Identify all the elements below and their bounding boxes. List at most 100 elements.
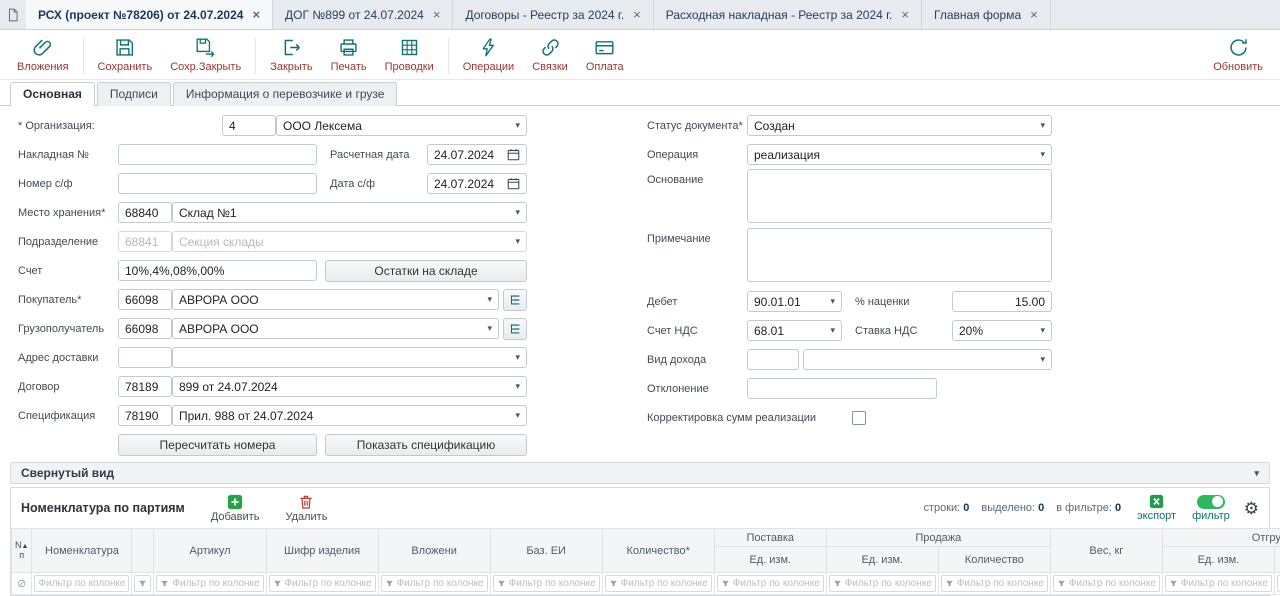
account-input[interactable]: 10%,4%,08%,00% <box>118 260 317 281</box>
debit-select[interactable]: 90.01.01 ▾ <box>747 291 842 312</box>
close-icon[interactable]: × <box>433 8 441 21</box>
attachments-button[interactable]: Вложения <box>8 35 78 75</box>
vat-account-select[interactable]: 68.01 ▾ <box>747 320 842 341</box>
calc-date-label: Расчетная дата <box>330 149 410 161</box>
close-button[interactable]: Закрыть <box>261 35 321 75</box>
basis-textarea[interactable] <box>747 169 1052 223</box>
division-code-input: 68841 <box>118 231 172 252</box>
delivery-address-select[interactable]: ▾ <box>172 347 527 368</box>
window-tab-invoice-registry[interactable]: Расходная накладная - Реестр за 2024 г. … <box>654 0 922 29</box>
gear-icon[interactable]: ⚙ <box>1244 500 1259 517</box>
recalc-numbers-button[interactable]: Пересчитать номера <box>118 434 317 456</box>
collapsed-view-label: Свернутый вид <box>21 466 114 480</box>
payment-button[interactable]: Оплата <box>577 35 633 75</box>
filter-input[interactable]: Фильтр по колонке <box>381 575 488 592</box>
spec-select[interactable]: Прил. 988 от 24.07.2024 ▾ <box>172 405 527 426</box>
col-nomenclature[interactable]: Номенклатура <box>32 529 132 573</box>
col-attachments[interactable]: Вложени <box>378 529 490 573</box>
col-shipment-unit[interactable]: Ед. изм. <box>1162 547 1274 573</box>
operation-select[interactable]: реализация ▾ <box>747 144 1052 165</box>
col-quantity[interactable]: Количество* <box>602 529 714 573</box>
calc-date-input[interactable]: 24.07.2024 <box>427 144 527 165</box>
storage-select[interactable]: Склад №1 ▾ <box>172 202 527 223</box>
stock-balance-button[interactable]: Остатки на складе <box>325 260 527 282</box>
close-icon[interactable]: × <box>901 8 909 21</box>
filter-input[interactable]: Фильтр по колонке <box>605 575 712 592</box>
print-button[interactable]: Печать <box>322 35 376 75</box>
filter-input[interactable]: Фильтр по колонке <box>1053 575 1160 592</box>
filter-input[interactable]: Фильтр по колонке <box>269 575 376 592</box>
calendar-icon[interactable] <box>507 177 520 190</box>
vat-rate-select[interactable]: 20% ▾ <box>952 320 1052 341</box>
col-sale-quantity[interactable]: Количество <box>938 547 1050 573</box>
col-weight[interactable]: Вес, кг <box>1050 529 1162 573</box>
col-sale-unit[interactable]: Ед. изм. <box>826 547 938 573</box>
delete-row-button[interactable]: Удалить <box>285 494 327 523</box>
filter-input[interactable]: Фильтр по колонке <box>156 575 263 592</box>
close-icon[interactable]: × <box>252 8 260 21</box>
invoice-number-input[interactable] <box>118 144 317 165</box>
buyer-select[interactable]: АВРОРА ООО ▾ <box>172 289 499 310</box>
postings-button[interactable]: Проводки <box>376 35 443 75</box>
income-type-select[interactable]: ▾ <box>803 349 1052 370</box>
filter-input[interactable]: Фильтр по колонке <box>941 575 1048 592</box>
col-supply-unit[interactable]: Ед. изм. <box>714 547 826 573</box>
tab-signatures[interactable]: Подписи <box>97 82 171 106</box>
buyer-hierarchy-button[interactable] <box>503 289 527 311</box>
chevron-down-icon: ▾ <box>515 352 520 363</box>
filter-input[interactable]: Фильтр по колонке <box>493 575 600 592</box>
filter-input[interactable]: Фильтр по колонке <box>34 575 129 592</box>
correction-checkbox[interactable] <box>852 411 866 425</box>
tab-cargo-info[interactable]: Информация о перевозчике и грузе <box>173 82 398 106</box>
tab-main[interactable]: Основная <box>10 82 95 106</box>
chevron-down-icon: ▾ <box>1040 149 1045 160</box>
operations-button[interactable]: Операции <box>454 35 523 75</box>
income-type-code-input[interactable] <box>747 349 799 370</box>
filter-input[interactable]: Фильтр по колонке <box>717 575 824 592</box>
org-code-input[interactable]: 4 <box>222 115 276 136</box>
contract-code-input[interactable]: 78189 <box>118 376 172 397</box>
circle-slash-icon[interactable]: ⊘ <box>14 577 29 590</box>
refresh-button[interactable]: Обновить <box>1204 35 1272 75</box>
consignee-select[interactable]: АВРОРА ООО ▾ <box>172 318 499 339</box>
org-select[interactable]: ООО Лексема ▾ <box>276 115 527 136</box>
export-button[interactable]: экспорт <box>1137 494 1176 522</box>
window-tab-main-form[interactable]: Главная форма × <box>922 0 1051 29</box>
consignee-code-input[interactable]: 66098 <box>118 318 172 339</box>
contract-select[interactable]: 899 от 24.07.2024 ▾ <box>172 376 527 397</box>
collapsed-view-bar[interactable]: Свернутый вид ▾ <box>10 462 1270 484</box>
filter-toggle-button[interactable]: фильтр <box>1192 495 1230 522</box>
sf-number-input[interactable] <box>118 173 317 194</box>
close-icon[interactable]: × <box>1030 8 1038 21</box>
window-tab-dog[interactable]: ДОГ №899 от 24.07.2024 × <box>273 0 453 29</box>
col-base-unit[interactable]: Баз. ЕИ <box>490 529 602 573</box>
save-button[interactable]: Сохранить <box>89 35 162 75</box>
toggle-on-icon[interactable] <box>1197 495 1225 509</box>
window-tab-contracts[interactable]: Договоры - Реестр за 2024 г. × <box>453 0 653 29</box>
add-row-button[interactable]: Добавить <box>211 494 260 523</box>
filter-input[interactable] <box>134 575 151 592</box>
note-textarea[interactable] <box>747 228 1052 282</box>
sf-date-input[interactable]: 24.07.2024 <box>427 173 527 194</box>
col-product-code[interactable]: Шифр изделия <box>266 529 378 573</box>
deviation-input[interactable] <box>747 378 937 399</box>
status-select[interactable]: Создан ▾ <box>747 115 1052 136</box>
buyer-code-input[interactable]: 66098 <box>118 289 172 310</box>
col-shipment-quantity[interactable]: Количество <box>1274 547 1280 573</box>
save-close-button[interactable]: Сохр.Закрыть <box>161 35 250 75</box>
spec-code-input[interactable]: 78190 <box>118 405 172 426</box>
col-rownum[interactable]: N▲ п <box>12 529 32 573</box>
col-action[interactable] <box>132 529 154 573</box>
markup-input[interactable]: 15.00 <box>952 291 1052 312</box>
consignee-hierarchy-button[interactable] <box>503 318 527 340</box>
storage-code-input[interactable]: 68840 <box>118 202 172 223</box>
show-spec-button[interactable]: Показать спецификацию <box>325 434 527 456</box>
close-icon[interactable]: × <box>633 8 641 21</box>
filter-input[interactable]: Фильтр по колонке <box>1165 575 1272 592</box>
filter-input[interactable]: Фильтр по колонке <box>829 575 936 592</box>
links-button[interactable]: Связки <box>523 35 577 75</box>
window-tab-rsx[interactable]: РСХ (проект №78206) от 24.07.2024 × <box>26 0 273 29</box>
calendar-icon[interactable] <box>507 148 520 161</box>
col-article[interactable]: Артикул <box>154 529 266 573</box>
delivery-address-code-input[interactable] <box>118 347 172 368</box>
